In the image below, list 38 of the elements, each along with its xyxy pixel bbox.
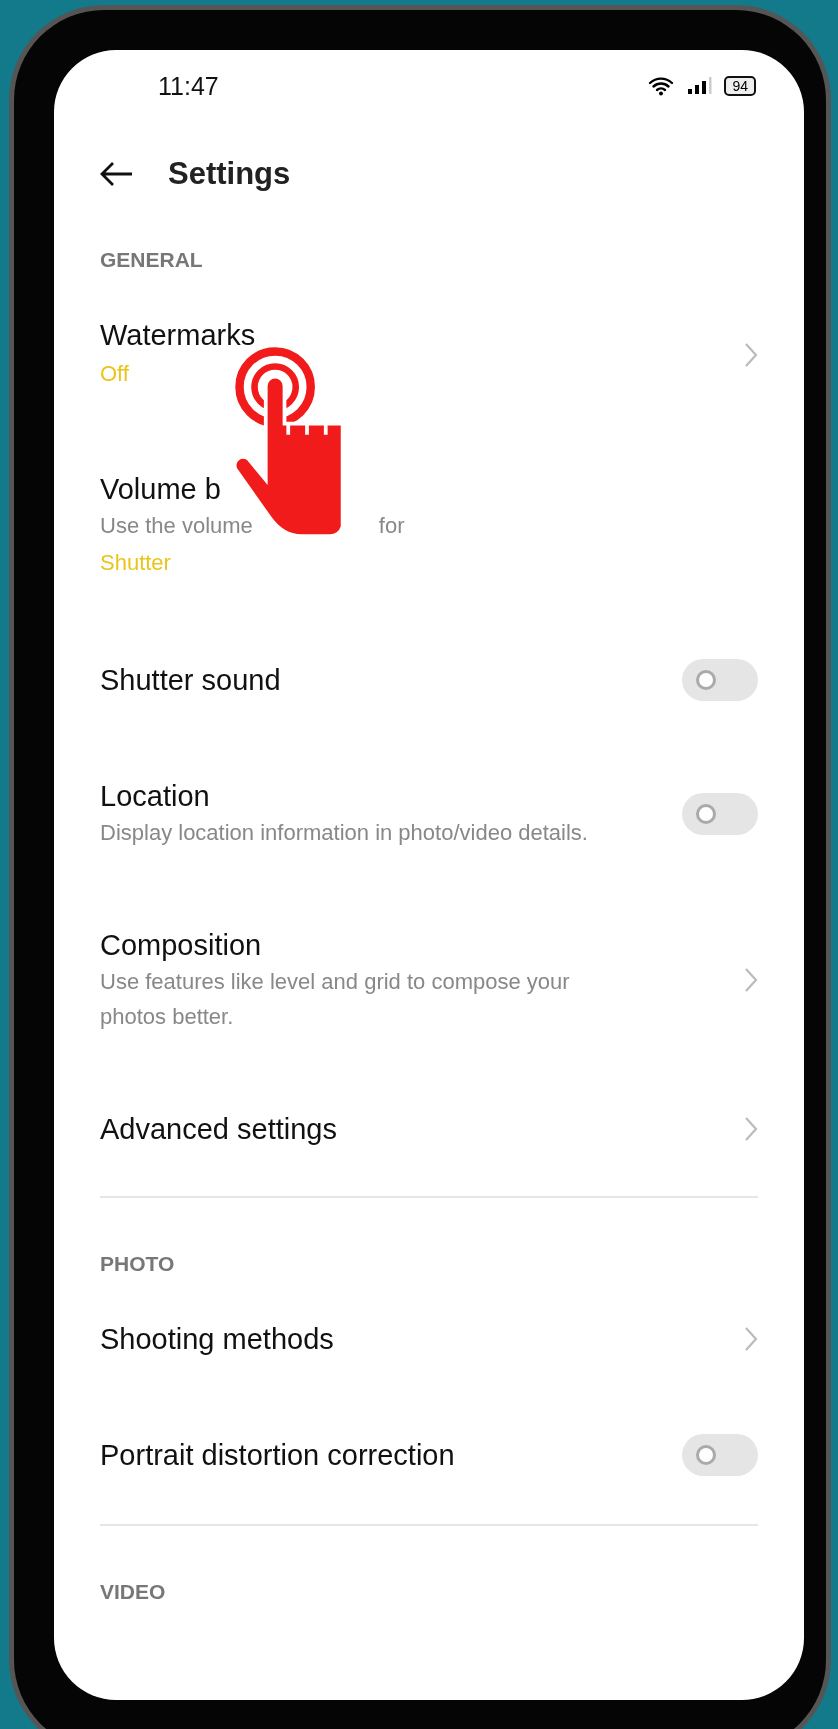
section-heading: PHOTO [99,1251,176,1277]
setting-title: Location [100,779,211,814]
wifi-icon [648,76,675,96]
page-title: Settings [168,156,291,192]
signal-icon [686,77,713,95]
settings-row[interactable]: Composition Use features like level and grid to compose your photos better. [54,892,804,1076]
back-button[interactable] [100,161,134,187]
chevron-icon [744,342,758,368]
chevron-icon [744,1116,758,1142]
section-heading: GENERAL [99,247,204,273]
chevron-icon [744,1326,758,1352]
setting-description: Use features like level and grid to compose your photos better. [100,968,571,1031]
settings-row[interactable]: Shooting methods [54,1286,804,1400]
setting-description: Display location information in photo/video details. [100,819,588,847]
setting-description: Use the volume [100,512,253,540]
setting-description: for [378,512,405,540]
setting-title: Watermarks [100,318,256,353]
settings-row[interactable]: Watermarks Off [54,282,804,436]
toggle-switch[interactable] [682,659,758,701]
setting-value: Shutter [100,549,172,577]
setting-title: Advanced settings [100,1112,337,1147]
section-heading: VIDEO [99,1579,167,1605]
settings-row[interactable]: Advanced settings [54,1076,804,1190]
chevron-icon [744,967,758,993]
settings-row[interactable]: Portrait distortion correction [54,1400,804,1518]
toggle-switch[interactable] [682,792,758,835]
settings-row[interactable]: Location Display location information in photo/video details. [54,743,804,892]
setting-title: Shooting methods [100,1322,334,1357]
setting-title: Portrait distortion correction [100,1438,455,1473]
settings-row[interactable]: Shutter sound [54,625,804,743]
setting-title: Shutter sound [100,663,281,698]
battery-indicator: 94 [724,76,756,96]
status-time: 11:47 [158,71,219,101]
setting-value: Off [100,360,130,388]
toggle-switch[interactable] [682,1434,758,1476]
setting-title: Composition [100,928,263,963]
settings-row[interactable]: Volume b Use the volume for Shutter [54,436,804,625]
setting-title: Volume b [100,472,222,507]
